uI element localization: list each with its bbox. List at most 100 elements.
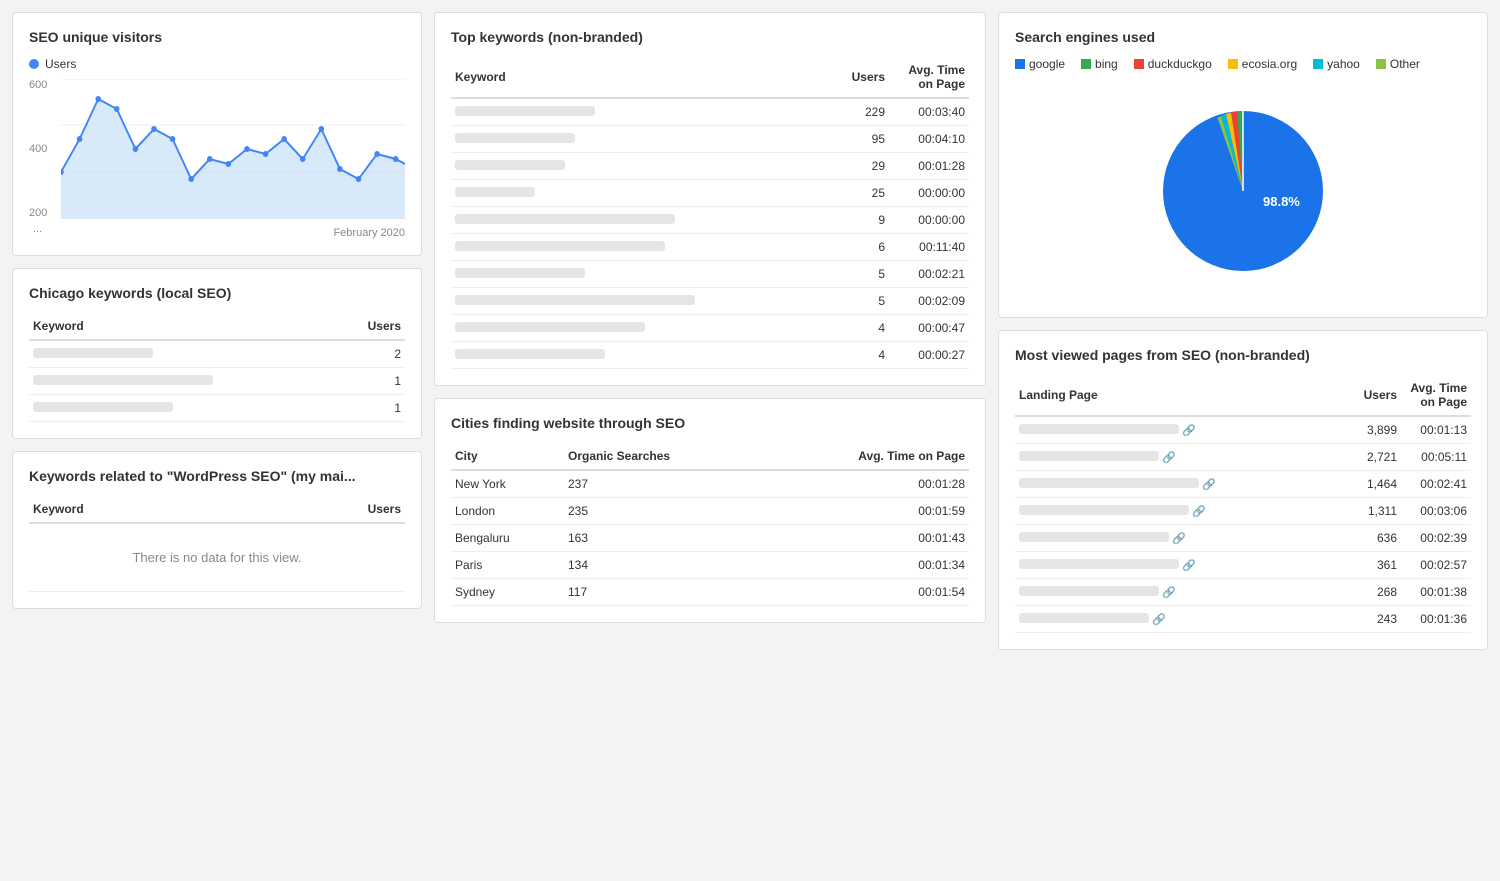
time-cell: 00:01:36: [1401, 606, 1471, 633]
cities-table: City Organic Searches Avg. Time on Page …: [451, 443, 969, 606]
external-link-icon: 🔗: [1202, 479, 1216, 491]
col-avg-time: Avg. Time on Page: [762, 443, 969, 470]
users-cell: 268: [1336, 579, 1401, 606]
table-row: 4 00:00:47: [451, 315, 969, 342]
table-row: 2: [29, 340, 405, 368]
ecosia-color: [1228, 59, 1238, 69]
time-cell: 00:05:11: [1401, 444, 1471, 471]
table-row: 229 00:03:40: [451, 98, 969, 126]
page-cell: 🔗: [1015, 579, 1336, 606]
time-cell: 00:02:57: [1401, 552, 1471, 579]
chart-svg-area: [61, 79, 405, 219]
keyword-cell: [29, 340, 337, 368]
pie-chart: 98.8%: [1143, 91, 1343, 291]
keyword-cell: [29, 395, 337, 422]
col-keyword: Keyword: [29, 313, 337, 340]
time-cell: 00:01:34: [762, 552, 969, 579]
seo-visitors-card: SEO unique visitors Users 600 400 200: [12, 12, 422, 256]
table-row: 🔗 361 00:02:57: [1015, 552, 1471, 579]
table-row: 🔗 243 00:01:36: [1015, 606, 1471, 633]
searches-cell: 134: [564, 552, 762, 579]
yahoo-label: yahoo: [1327, 57, 1360, 71]
cities-title: Cities finding website through SEO: [451, 415, 969, 431]
right-column: Search engines used google bing duckduck…: [998, 12, 1488, 650]
left-column: SEO unique visitors Users 600 400 200: [12, 12, 422, 650]
page-cell: 🔗: [1015, 471, 1336, 498]
table-row: 🔗 1,311 00:03:06: [1015, 498, 1471, 525]
y-label-400: 400: [29, 143, 61, 155]
time-cell: 00:01:59: [762, 498, 969, 525]
legend-other: Other: [1376, 57, 1420, 71]
table-row: 1: [29, 395, 405, 422]
table-row: 🔗 1,464 00:02:41: [1015, 471, 1471, 498]
city-cell: Bengaluru: [451, 525, 564, 552]
keyword-cell: [29, 368, 337, 395]
users-cell: 1,464: [1336, 471, 1401, 498]
table-row: 🔗 636 00:02:39: [1015, 525, 1471, 552]
col-keyword: Keyword: [29, 496, 250, 523]
related-keywords-title: Keywords related to "WordPress SEO" (my …: [29, 468, 405, 484]
external-link-icon: 🔗: [1162, 587, 1176, 599]
time-cell: 00:03:06: [1401, 498, 1471, 525]
chart-legend: Users: [29, 57, 405, 71]
top-keywords-card: Top keywords (non-branded) Keyword Users…: [434, 12, 986, 386]
table-row: 5 00:02:09: [451, 288, 969, 315]
line-chart: 600 400 200: [29, 79, 405, 239]
page-cell: 🔗: [1015, 444, 1336, 471]
no-data-text: There is no data for this view.: [33, 530, 401, 585]
table-row: 🔗 268 00:01:38: [1015, 579, 1471, 606]
external-link-icon: 🔗: [1182, 560, 1196, 572]
col-landing-page: Landing Page: [1015, 375, 1336, 416]
most-viewed-pages-card: Most viewed pages from SEO (non-branded)…: [998, 330, 1488, 650]
external-link-icon: 🔗: [1162, 452, 1176, 464]
legend-google: google: [1015, 57, 1065, 71]
chicago-keywords-table: Keyword Users 2 1 1: [29, 313, 405, 422]
searches-cell: 237: [564, 470, 762, 498]
y-label-600: 600: [29, 79, 61, 91]
legend-yahoo: yahoo: [1313, 57, 1360, 71]
users-cell: 361: [1336, 552, 1401, 579]
yahoo-color: [1313, 59, 1323, 69]
related-keywords-table: Keyword Users There is no data for this …: [29, 496, 405, 592]
col-users: Users: [1336, 375, 1401, 416]
col-avg-time: Avg. Time on Page: [889, 57, 969, 98]
most-viewed-pages-title: Most viewed pages from SEO (non-branded): [1015, 347, 1471, 363]
other-label: Other: [1390, 57, 1420, 71]
users-cell: 3,899: [1336, 416, 1401, 444]
table-row: 6 00:11:40: [451, 234, 969, 261]
cities-card: Cities finding website through SEO City …: [434, 398, 986, 623]
users-cell: 1: [337, 395, 405, 422]
google-color: [1015, 59, 1025, 69]
related-keywords-card: Keywords related to "WordPress SEO" (my …: [12, 451, 422, 609]
col-keyword: Keyword: [451, 57, 826, 98]
external-link-icon: 🔗: [1192, 506, 1206, 518]
table-row: New York 237 00:01:28: [451, 470, 969, 498]
col-organic: Organic Searches: [564, 443, 762, 470]
city-cell: Sydney: [451, 579, 564, 606]
col-users: Users: [250, 496, 405, 523]
table-row: 9 00:00:00: [451, 207, 969, 234]
chicago-keywords-title: Chicago keywords (local SEO): [29, 285, 405, 301]
external-link-icon: 🔗: [1182, 425, 1196, 437]
table-row: Bengaluru 163 00:01:43: [451, 525, 969, 552]
table-row: 5 00:02:21: [451, 261, 969, 288]
top-keywords-table: Keyword Users Avg. Time on Page 229 00:0…: [451, 57, 969, 369]
search-engines-title: Search engines used: [1015, 29, 1471, 45]
x-dots: ...: [33, 223, 42, 235]
users-cell: 636: [1336, 525, 1401, 552]
search-engines-legend: google bing duckduckgo ecosia.org yahoo: [1015, 57, 1471, 71]
other-color: [1376, 59, 1386, 69]
table-row: Sydney 117 00:01:54: [451, 579, 969, 606]
city-cell: London: [451, 498, 564, 525]
time-cell: 00:01:38: [1401, 579, 1471, 606]
col-users: Users: [337, 313, 405, 340]
external-link-icon: 🔗: [1152, 614, 1166, 626]
city-cell: Paris: [451, 552, 564, 579]
duckduckgo-label: duckduckgo: [1148, 57, 1212, 71]
table-row: 29 00:01:28: [451, 153, 969, 180]
no-data-row: There is no data for this view.: [29, 523, 405, 592]
most-viewed-pages-table: Landing Page Users Avg. Time on Page 🔗 3…: [1015, 375, 1471, 633]
pie-chart-container: 98.8%: [1015, 81, 1471, 301]
top-keywords-title: Top keywords (non-branded): [451, 29, 969, 45]
chicago-keywords-card: Chicago keywords (local SEO) Keyword Use…: [12, 268, 422, 439]
